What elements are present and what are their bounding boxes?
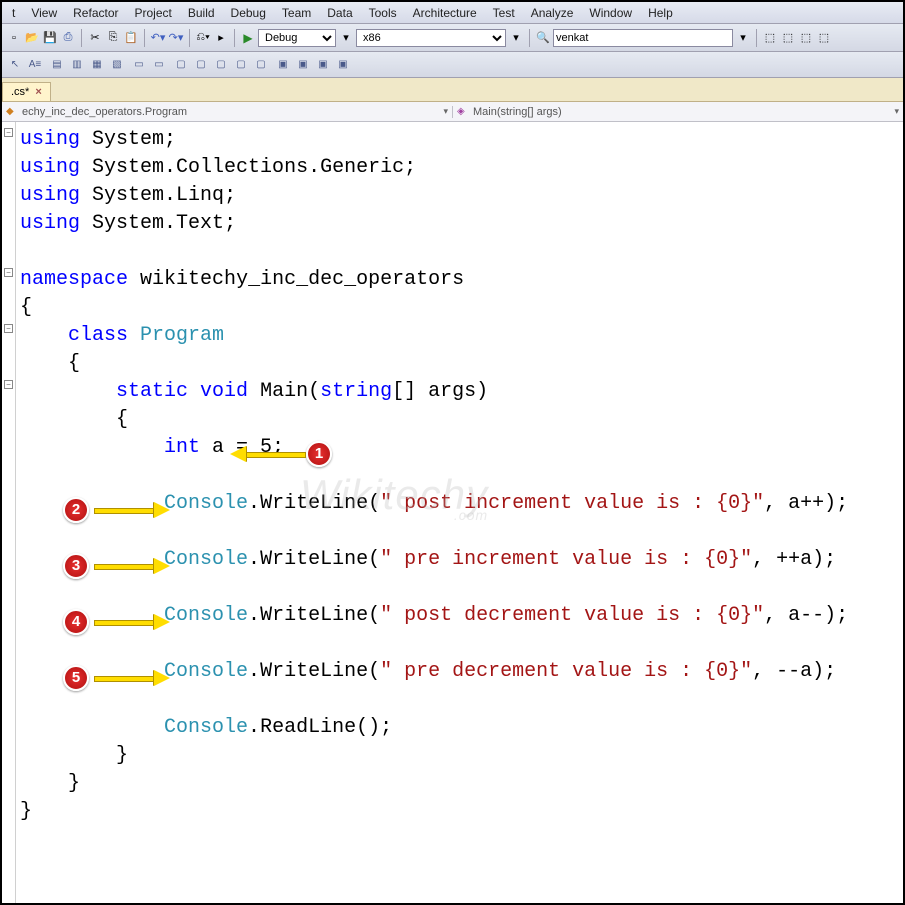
arrow-right-icon [94, 561, 174, 571]
fold-toggle[interactable]: − [4, 128, 13, 137]
cut-icon[interactable]: ✂ [87, 30, 103, 46]
format-icon[interactable]: ▧ [108, 57, 126, 73]
menu-item[interactable]: t [6, 4, 21, 22]
tool-icon[interactable]: ⬚ [816, 30, 832, 46]
annotation-badge-1: 1 [306, 441, 332, 467]
tool-icon[interactable]: ⬚ [762, 30, 778, 46]
fold-toggle[interactable]: − [4, 324, 13, 333]
redo-icon[interactable]: ↷▾ [168, 30, 184, 46]
menu-bar: t View Refactor Project Build Debug Team… [2, 2, 903, 24]
config-dropdown[interactable]: Debug [258, 29, 336, 47]
chevron-down-icon[interactable]: ▾ [508, 30, 524, 46]
annotation-badge-2: 2 [63, 497, 89, 523]
annotation-badge-5: 5 [63, 665, 89, 691]
tab-label: .cs* [11, 86, 29, 98]
comment-icon[interactable]: ▭ [130, 57, 148, 73]
fold-toggle[interactable]: − [4, 380, 13, 389]
menu-item[interactable]: Project [129, 4, 178, 22]
tool-icon[interactable]: ⬚ [780, 30, 796, 46]
chevron-down-icon[interactable]: ▾ [735, 30, 751, 46]
nav-icon[interactable]: ⎌▾ [195, 30, 211, 46]
menu-item[interactable]: Data [321, 4, 358, 22]
open-icon[interactable]: 📂 [24, 30, 40, 46]
menu-item[interactable]: Refactor [67, 4, 124, 22]
fwd-icon[interactable]: ▸ [213, 30, 229, 46]
box-icon[interactable]: ▣ [334, 57, 352, 73]
method-icon: ◈ [457, 106, 469, 118]
method-dropdown[interactable]: ◈ Main(string[] args) ▾ [453, 106, 903, 118]
main-toolbar: ▫ 📂 💾 ⎙ ✂ ⎘ 📋 ↶▾ ↷▾ ⎌▾ ▸ ▶ Debug ▾ x86 ▾… [2, 24, 903, 52]
pointer-icon[interactable]: ↖ [6, 57, 24, 73]
box-icon[interactable]: ▢ [192, 57, 210, 73]
code-editor[interactable]: − − − − using System; using System.Colle… [2, 122, 903, 903]
fold-gutter: − − − − [2, 122, 16, 903]
save-all-icon[interactable]: ⎙ [60, 30, 76, 46]
box-icon[interactable]: ▢ [172, 57, 190, 73]
secondary-toolbar: ↖ A≡ ▤ ▥ ▦ ▧ ▭ ▭ ▢ ▢ ▢ ▢ ▢ ▣ ▣ ▣ ▣ [2, 52, 903, 78]
box-icon[interactable]: ▣ [294, 57, 312, 73]
box-icon[interactable]: ▢ [252, 57, 270, 73]
menu-item[interactable]: Tools [363, 4, 403, 22]
box-icon[interactable]: ▣ [314, 57, 332, 73]
new-icon[interactable]: ▫ [6, 30, 22, 46]
save-icon[interactable]: 💾 [42, 30, 58, 46]
annotation-badge-3: 3 [63, 553, 89, 579]
code-area[interactable]: using System; using System.Collections.G… [16, 122, 903, 903]
menu-item[interactable]: Window [583, 4, 638, 22]
class-dropdown[interactable]: ◆ echy_inc_dec_operators.Program ▾ [2, 106, 453, 118]
menu-item[interactable]: Build [182, 4, 221, 22]
menu-item[interactable]: Team [276, 4, 317, 22]
arrow-right-icon [94, 505, 174, 515]
method-label: Main(string[] args) [473, 106, 562, 118]
box-icon[interactable]: ▢ [212, 57, 230, 73]
outdent-icon[interactable]: ▥ [68, 57, 86, 73]
menu-item[interactable]: Help [642, 4, 679, 22]
uncomment-icon[interactable]: ▭ [150, 57, 168, 73]
chevron-down-icon: ▾ [443, 106, 448, 117]
indent-icon[interactable]: ▤ [48, 57, 66, 73]
chevron-down-icon: ▾ [894, 106, 899, 117]
arrow-left-icon [226, 449, 306, 459]
platform-dropdown[interactable]: x86 [356, 29, 506, 47]
fold-toggle[interactable]: − [4, 268, 13, 277]
tab-file[interactable]: .cs* × [2, 82, 51, 101]
annotation-badge-4: 4 [63, 609, 89, 635]
undo-icon[interactable]: ↶▾ [150, 30, 166, 46]
class-label: echy_inc_dec_operators.Program [22, 106, 187, 118]
box-icon[interactable]: ▣ [274, 57, 292, 73]
arrow-right-icon [94, 673, 174, 683]
box-icon[interactable]: ▢ [232, 57, 250, 73]
menu-item[interactable]: Debug [225, 4, 272, 22]
menu-item[interactable]: Architecture [407, 4, 483, 22]
find-icon[interactable]: 🔍 [535, 30, 551, 46]
menu-item[interactable]: Test [487, 4, 521, 22]
format-icon[interactable]: ▦ [88, 57, 106, 73]
paste-icon[interactable]: 📋 [123, 30, 139, 46]
tool-icon[interactable]: ⬚ [798, 30, 814, 46]
nav-bar: ◆ echy_inc_dec_operators.Program ▾ ◈ Mai… [2, 102, 903, 122]
copy-icon[interactable]: ⎘ [105, 30, 121, 46]
tab-strip: .cs* × [2, 78, 903, 102]
close-icon[interactable]: × [35, 86, 41, 98]
search-input[interactable] [553, 29, 733, 47]
menu-item[interactable]: View [25, 4, 63, 22]
start-icon[interactable]: ▶ [240, 30, 256, 46]
chevron-down-icon[interactable]: ▾ [338, 30, 354, 46]
menu-item[interactable]: Analyze [525, 4, 580, 22]
arrow-right-icon [94, 617, 174, 627]
font-icon[interactable]: A≡ [26, 57, 44, 73]
class-icon: ◆ [6, 106, 18, 118]
